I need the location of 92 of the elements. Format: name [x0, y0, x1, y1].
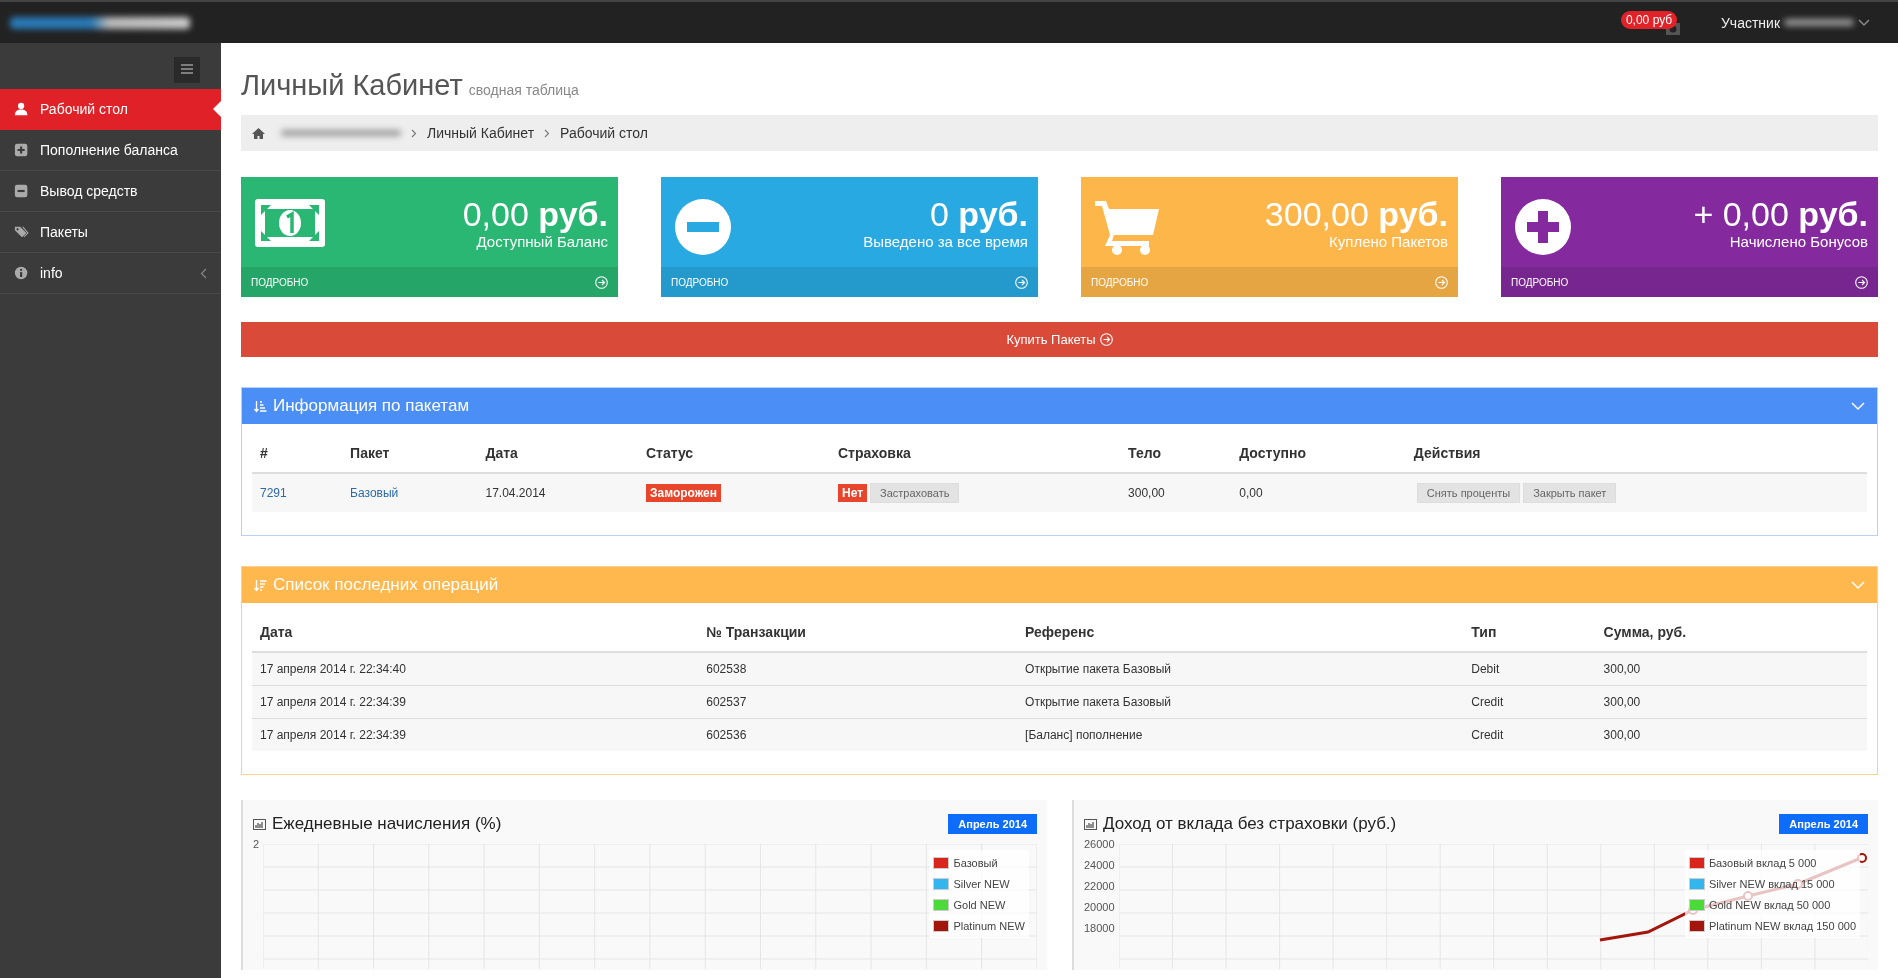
- action-button[interactable]: Снять проценты: [1416, 483, 1521, 503]
- action-button[interactable]: Закрыть пакет: [1523, 483, 1617, 503]
- chevron-right-icon: [544, 128, 551, 138]
- package-link[interactable]: 7291: [260, 486, 287, 500]
- axis-label: 24000: [1084, 859, 1115, 873]
- amount-text: 0,00 руб.: [462, 195, 608, 233]
- buy-packages-button[interactable]: Купить Пакеты: [241, 322, 1878, 357]
- axis-label: 18000: [1084, 922, 1115, 936]
- plus-square-icon: [14, 142, 30, 158]
- insure-button[interactable]: Застраховать: [870, 483, 960, 503]
- table-cell: 602536: [698, 718, 1018, 751]
- amount-text: 300,00 руб.: [1264, 195, 1448, 233]
- bar-chart-icon: [1084, 818, 1097, 830]
- details-link[interactable]: ПОДРОБНО: [1501, 267, 1878, 297]
- legend-label: Silver NEW: [953, 877, 1010, 890]
- details-link[interactable]: ПОДРОБНО: [241, 267, 618, 297]
- legend-label: Gold NEW: [953, 898, 1006, 911]
- amount-text: + 0,00 руб.: [1693, 195, 1868, 233]
- breadcrumb-link[interactable]: Личный Кабинет: [427, 125, 535, 141]
- table-cell: 17 апреля 2014 г. 22:34:39: [252, 685, 699, 719]
- table-cell: Открытие пакета Базовый: [1017, 652, 1464, 686]
- table-cell: 602537: [698, 685, 1018, 719]
- month-badge: Апрель 2014: [1779, 814, 1868, 834]
- shopping-cart-icon: [1095, 199, 1159, 255]
- package-link[interactable]: Базовый: [350, 486, 399, 500]
- arrow-right-circle-icon: [1099, 333, 1113, 346]
- status-label: Заморожен: [645, 484, 721, 502]
- table-cell: 300,00: [1595, 685, 1867, 719]
- sort-icon: [254, 399, 267, 413]
- legend-label: Platinum NEW вклад 150 000: [1708, 919, 1856, 932]
- sidebar-item[interactable]: Вывод средств: [0, 171, 221, 212]
- legend-label: Platinum NEW: [953, 919, 1025, 932]
- card-label: Начислено Бонусов: [1728, 233, 1868, 250]
- arrow-right-circle-icon: [1435, 275, 1448, 289]
- card-label: Доступный Баланс: [475, 233, 608, 250]
- breadcrumb-link[interactable]: Рабочий стол: [560, 125, 648, 141]
- menu-icon[interactable]: [174, 57, 200, 83]
- sidebar-item[interactable]: Пополнение баланса: [0, 130, 221, 171]
- legend-label: Gold NEW вклад 50 000: [1708, 898, 1831, 911]
- axis-label: 26000: [1084, 838, 1115, 852]
- arrow-right-circle-icon: [595, 275, 608, 289]
- table-cell: Debit: [1463, 652, 1596, 686]
- card-label: Выведено за все время: [863, 233, 1028, 250]
- chart-title: Ежедневные начисления (%): [272, 814, 503, 834]
- table-cell: 602538: [698, 652, 1018, 686]
- axis-label: 20000: [1084, 901, 1115, 915]
- table-cell: Credit: [1463, 718, 1596, 751]
- user-label[interactable]: Участник: [1720, 14, 1780, 31]
- panel-title: Информация по пакетам: [273, 396, 471, 416]
- table-cell: 17 апреля 2014 г. 22:34:40: [252, 652, 699, 686]
- table-cell: 17 апреля 2014 г. 22:34:39: [252, 718, 699, 751]
- card-label: Куплено Пакетов: [1328, 233, 1448, 250]
- table-cell: 0,00: [1231, 473, 1406, 512]
- panel-title: Список последних операций: [273, 575, 500, 595]
- sort-icon: [254, 578, 267, 592]
- sidebar-item[interactable]: info: [0, 253, 221, 294]
- table-cell: 17.04.2014: [477, 473, 638, 512]
- table-cell: [Баланс] пополнение: [1017, 718, 1464, 751]
- minus-circle-icon: [675, 199, 731, 255]
- tags-icon: [14, 224, 30, 240]
- banknote-icon: [255, 199, 325, 247]
- legend-label: Базовый: [953, 856, 998, 869]
- table-cell: 300,00: [1595, 718, 1867, 751]
- month-badge: Апрель 2014: [948, 814, 1037, 834]
- home-icon[interactable]: [252, 127, 265, 139]
- page-subtitle: сводная таблица: [468, 82, 579, 98]
- table-cell: 300,00: [1120, 473, 1232, 512]
- table-cell: 300,00: [1595, 652, 1867, 686]
- axis-label: 2: [253, 838, 260, 852]
- page-title: Личный Кабинет: [241, 69, 463, 102]
- arrow-right-circle-icon: [1855, 275, 1868, 289]
- amount-text: 0 руб.: [928, 195, 1028, 233]
- chevron-right-icon: [411, 128, 417, 138]
- minus-square-icon: [14, 183, 30, 199]
- balance-badge: 0,00 руб: [1620, 10, 1678, 29]
- blurred-text: [1784, 19, 1854, 26]
- sidebar-item[interactable]: Пакеты: [0, 212, 221, 253]
- chevron-down-icon[interactable]: [1858, 18, 1870, 27]
- details-link[interactable]: ПОДРОБНО: [661, 267, 1038, 297]
- table-cell: Открытие пакета Базовый: [1017, 685, 1464, 719]
- legend-label: Silver NEW вклад 15 000: [1708, 877, 1835, 890]
- user-icon: [14, 101, 30, 117]
- sidebar-item[interactable]: Рабочий стол: [0, 89, 221, 130]
- insurance-label: Нет: [838, 484, 868, 502]
- table-cell: Credit: [1463, 685, 1596, 719]
- arrow-right-circle-icon: [1015, 275, 1028, 289]
- chart-title: Доход от вклада без страховки (руб.): [1103, 814, 1398, 834]
- info-icon: [14, 265, 30, 281]
- bar-chart-icon: [253, 818, 266, 830]
- legend-label: Базовый вклад 5 000: [1708, 856, 1817, 869]
- plus-circle-icon: [1515, 199, 1571, 255]
- axis-label: 22000: [1084, 880, 1115, 894]
